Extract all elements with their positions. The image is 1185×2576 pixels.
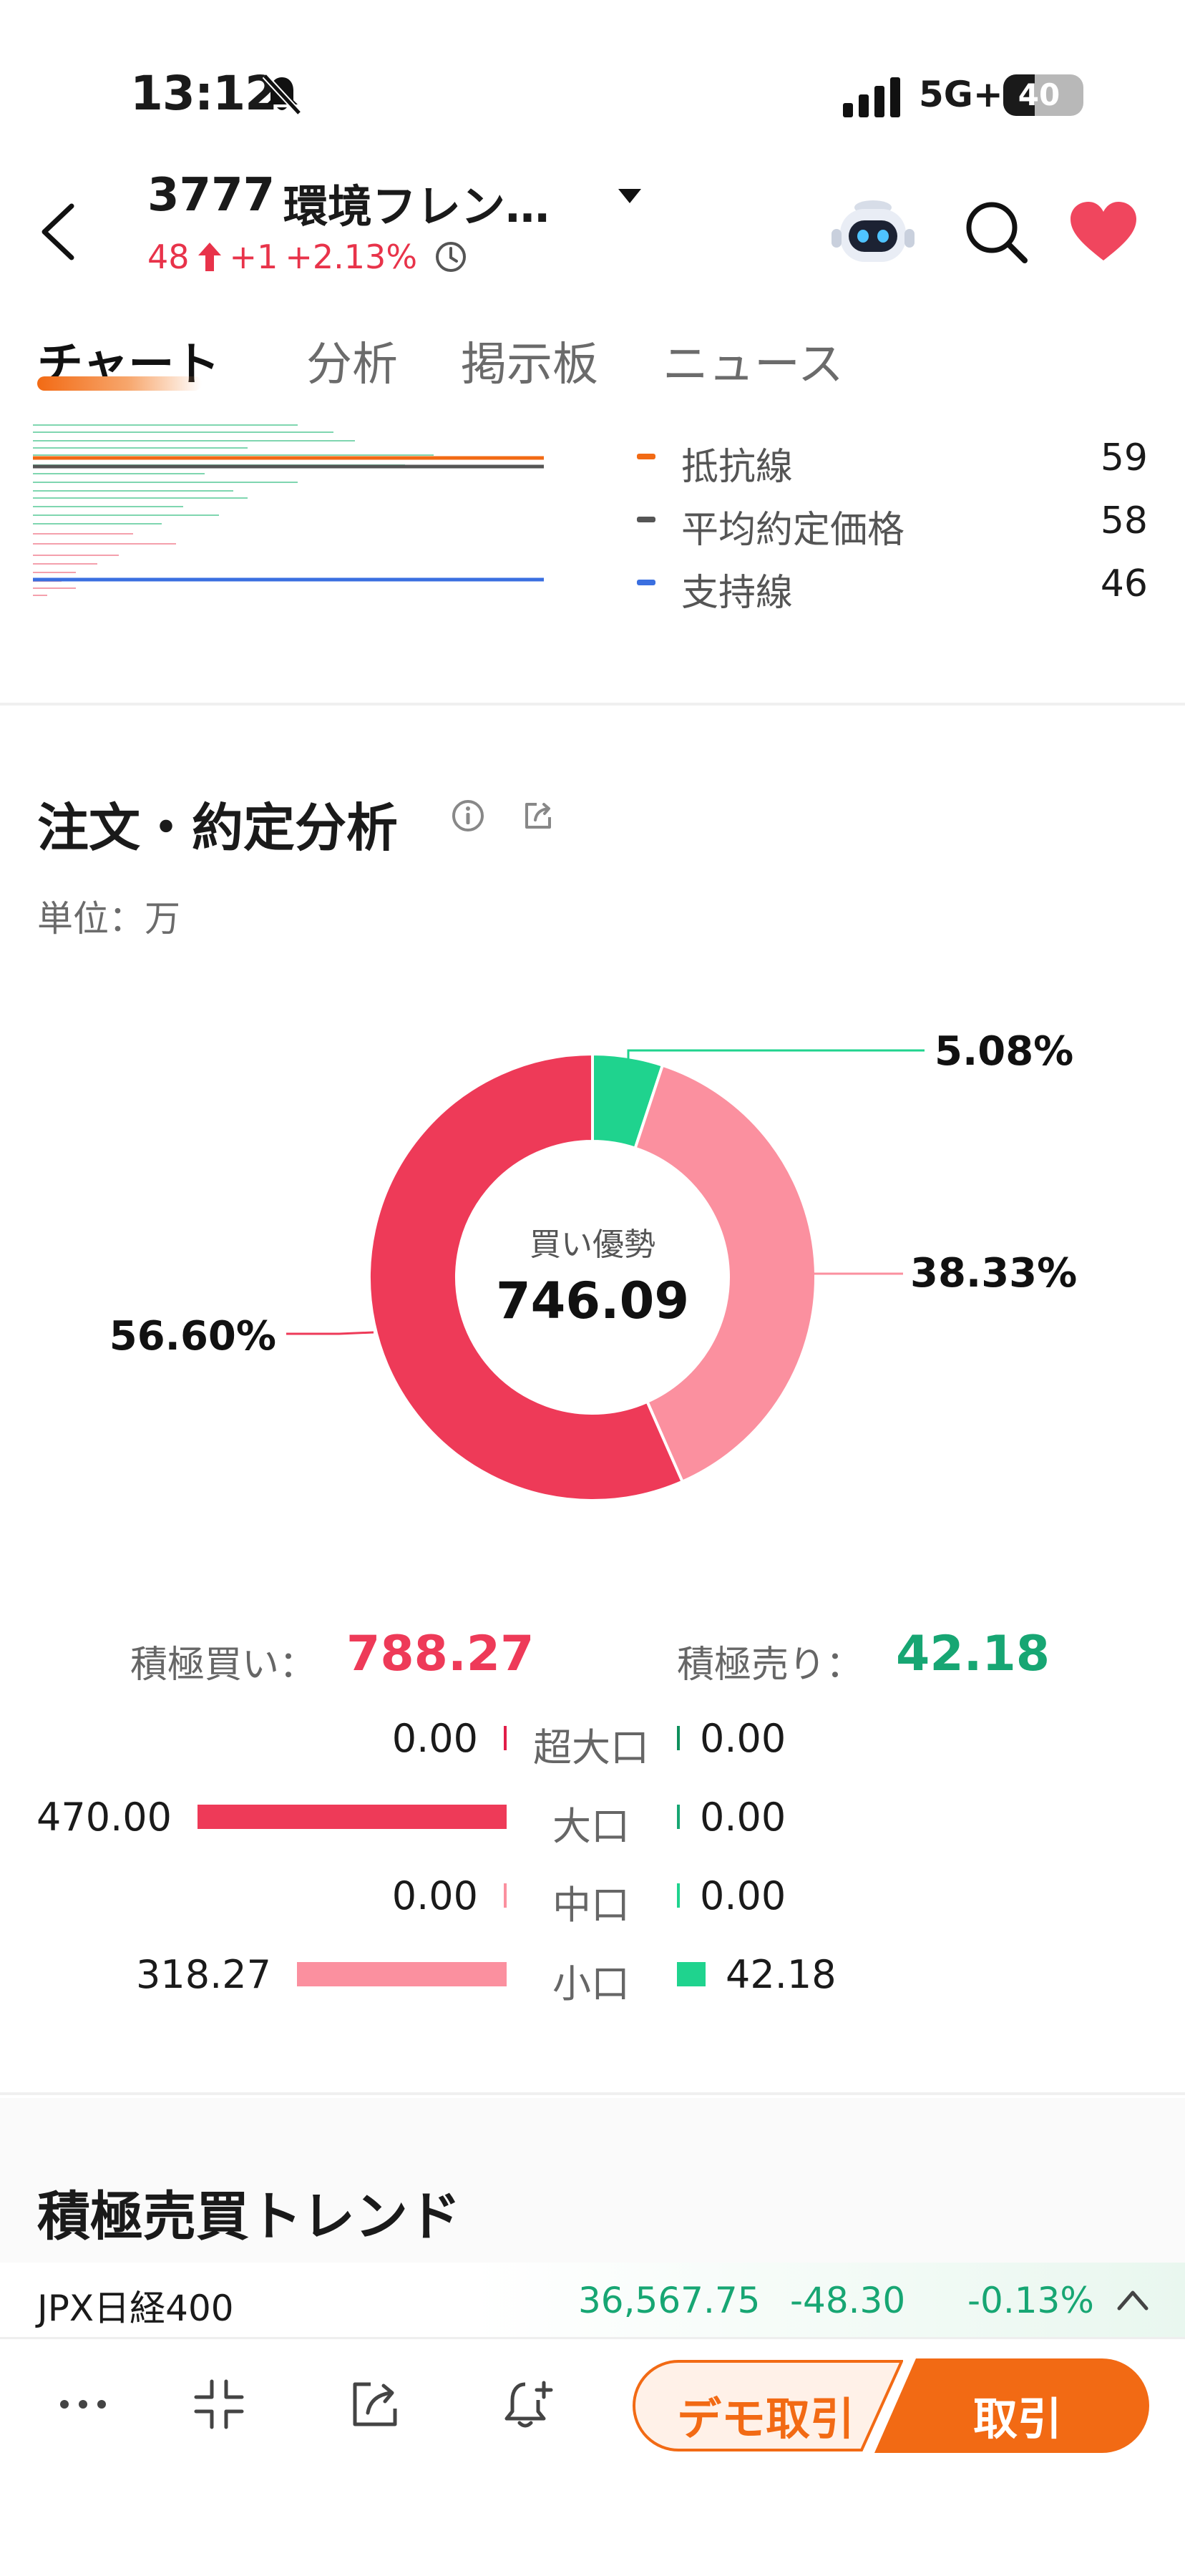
legend-avg-price: 平均約定価格 58 [637,491,1152,552]
back-icon[interactable] [37,202,80,262]
share-icon[interactable] [521,799,555,833]
buy-value: 0.00 [391,1716,478,1761]
index-change: -48.30 [790,2280,906,2321]
price-change-pct: +2.13% [285,238,418,276]
buy-bar [297,1962,507,1986]
support-swatch [637,580,655,585]
sell-value: 42.18 [726,1952,837,1997]
unit-label: 単位：万 [37,898,180,940]
sell-summary-value: 42.18 [896,1626,1050,1682]
buy-bar [504,1883,507,1908]
price-row: 48 +1 +2.13% [147,238,467,276]
chevron-up-icon[interactable] [1115,2287,1151,2313]
ticker-name[interactable]: 環境フレン… [283,170,550,235]
section-divider [0,2092,1185,2095]
donut-center-label: 買い優勢 [530,1226,655,1263]
sell-value: 0.00 [700,1716,786,1761]
order-size-row: 0.00 中口 0.00 [0,1868,1185,1932]
donut-center-value: 746.09 [496,1272,689,1330]
legend-label: 抵抗線 [681,446,794,489]
order-donut-chart: 買い優勢 746.09 5.08% 38.33% 56.60% [109,1028,1077,1502]
section-divider [0,703,1185,706]
tab-active-indicator [37,376,202,391]
sell-value: 0.00 [700,1873,786,1918]
size-label: 中口 [552,1883,630,1928]
network-label: 5G+ [919,74,1003,115]
sell-bar [677,1962,706,1986]
volume-profile-chart [33,424,544,596]
sell-summary-label: 積極売り： [677,1644,864,1687]
tab-board[interactable]: 掲示板 [461,328,598,394]
sell-value: 0.00 [700,1795,786,1840]
order-size-row: 0.00 超大口 0.00 [0,1710,1185,1775]
legend-label: 平均約定価格 [681,509,905,552]
trend-title: 積極売買トレンド [37,2186,461,2248]
buy-value: 0.00 [391,1873,478,1918]
compress-icon[interactable] [190,2376,248,2433]
legend-support: 支持線 46 [637,554,1152,615]
legend-label: 支持線 [681,572,794,615]
sell-bar [677,1805,680,1829]
index-change-pct: -0.13% [967,2280,1094,2321]
legend-value: 58 [1100,499,1148,542]
caret-down-icon[interactable] [617,187,643,205]
buy-value: 318.27 [136,1952,271,1997]
buy-bar [504,1726,507,1750]
legend-value: 59 [1100,436,1148,479]
tab-analysis[interactable]: 分析 [306,328,398,394]
order-size-row: 318.27 小口 42.18 [0,1946,1185,2011]
bell-muted-icon [262,73,302,116]
size-label: 小口 [552,1961,630,2006]
avg-price-swatch [637,517,655,522]
last-price: 48 [147,238,190,276]
info-icon[interactable] [451,799,485,833]
sell-bar [677,1883,680,1908]
robot-icon[interactable] [830,192,916,272]
clock-icon[interactable] [434,240,467,273]
demo-trade-label[interactable]: デモ取引 [677,2383,854,2447]
search-icon[interactable] [963,199,1029,265]
callout-line-green [627,1049,925,1065]
tab-news[interactable]: ニュース [663,328,844,394]
sell-bar [677,1726,680,1750]
battery-level: 40 [1018,77,1060,112]
resistance-swatch [637,454,655,459]
index-name[interactable]: JPX日経400 [37,2280,234,2331]
slice-label-pink: 38.33% [910,1250,1077,1297]
buy-bar [198,1805,507,1829]
legend-resistance: 抵抗線 59 [637,428,1152,489]
index-value: 36,567.75 [578,2280,761,2321]
size-label: 大口 [552,1804,630,1849]
ticker-code[interactable]: 3777 [147,169,275,222]
slice-label-red: 56.60% [109,1313,276,1360]
slice-label-green: 5.08% [935,1028,1073,1075]
heart-icon[interactable] [1069,200,1138,262]
legend-value: 46 [1100,562,1148,605]
order-size-row: 470.00 大口 0.00 [0,1789,1185,1853]
export-icon[interactable] [346,2376,404,2433]
status-time: 13:12 [130,66,278,121]
size-label: 超大口 [533,1725,649,1770]
up-arrow-icon [198,243,221,271]
more-icon[interactable] [54,2376,112,2433]
section-title: 注文・約定分析 [37,798,399,858]
price-change: +1 [229,238,278,276]
buy-value: 470.00 [36,1795,172,1840]
buy-summary-value: 788.27 [346,1626,535,1682]
buy-summary-label: 積極買い： [130,1644,317,1687]
callout-line-red [286,1331,374,1335]
signal-icon [843,77,900,117]
alert-add-icon[interactable] [499,2376,557,2433]
trade-label[interactable]: 取引 [973,2383,1062,2447]
battery-icon: 40 [1003,74,1083,116]
